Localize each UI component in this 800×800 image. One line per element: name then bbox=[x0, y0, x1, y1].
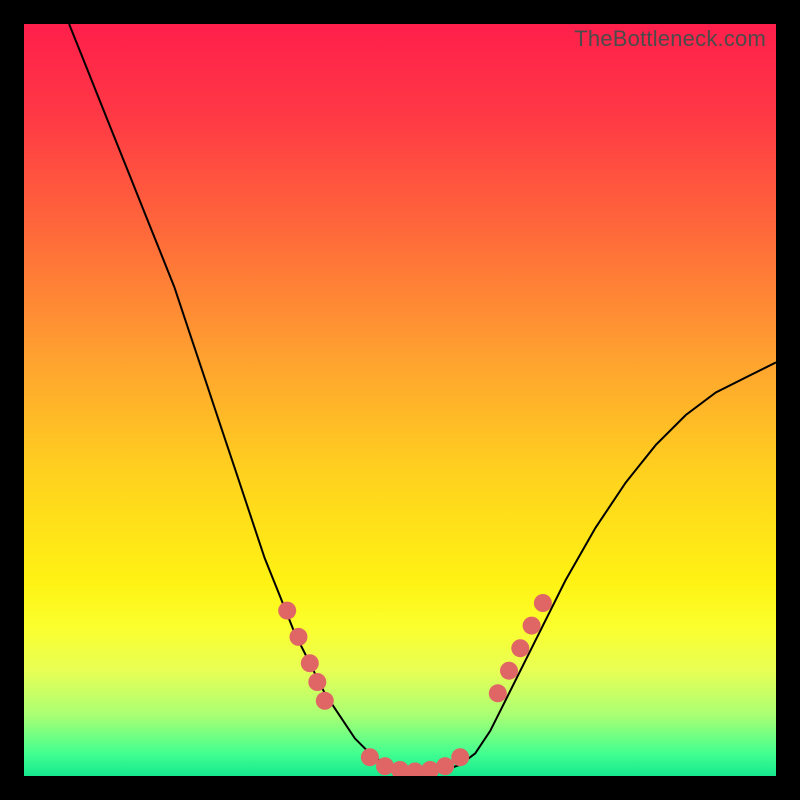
marker-dot bbox=[489, 684, 507, 702]
gradient-background bbox=[24, 24, 776, 776]
marker-dot bbox=[523, 617, 541, 635]
marker-dot bbox=[511, 639, 529, 657]
marker-dot bbox=[361, 748, 379, 766]
marker-dot bbox=[290, 628, 308, 646]
marker-dot bbox=[534, 594, 552, 612]
marker-dot bbox=[436, 757, 454, 775]
marker-dot bbox=[376, 757, 394, 775]
marker-dot bbox=[500, 662, 518, 680]
chart-frame: TheBottleneck.com bbox=[24, 24, 776, 776]
bottleneck-chart bbox=[24, 24, 776, 776]
marker-dot bbox=[451, 748, 469, 766]
marker-dot bbox=[278, 602, 296, 620]
marker-dot bbox=[308, 673, 326, 691]
marker-dot bbox=[301, 654, 319, 672]
watermark-text: TheBottleneck.com bbox=[574, 26, 766, 52]
marker-dot bbox=[316, 692, 334, 710]
